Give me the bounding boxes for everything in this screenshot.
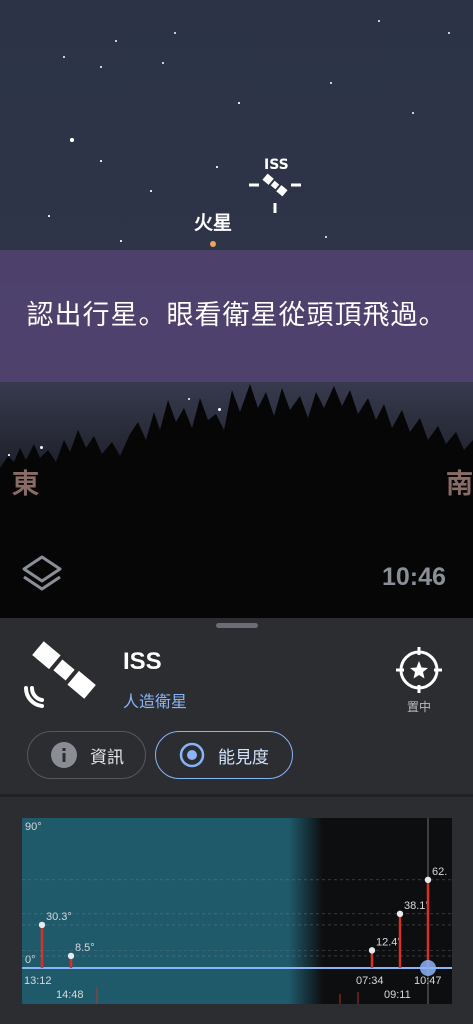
tab-info-label: 資訊 (90, 747, 124, 768)
peak-point (67, 952, 75, 960)
peak-point (38, 921, 46, 929)
object-detail-sheet: ISS 人造衛星 置中 資訊 能見度 90° 0° 30.3° 8.5° 12.… (0, 618, 473, 1024)
star (162, 62, 164, 64)
star (448, 32, 450, 34)
visibility-chart[interactable]: 90° 0° 30.3° 8.5° 12.4° 38.1° 62. 13:12 14:48 07:… (22, 818, 452, 1004)
center-button-label: 置中 (406, 700, 431, 714)
x-label: 07:34 (356, 975, 384, 987)
star (48, 215, 50, 217)
star (378, 20, 380, 22)
tab-visibility[interactable]: 能見度 (155, 731, 293, 779)
peak-point (396, 910, 404, 918)
x-label: 13:12 (24, 975, 52, 987)
mars-planet-dot[interactable] (210, 241, 216, 247)
section-divider (0, 794, 473, 797)
peak-point (368, 947, 376, 954)
peak-label: 38.1° (404, 900, 430, 912)
tab-visibility-label: 能見度 (218, 747, 269, 768)
star (174, 32, 176, 34)
satellite-icon (24, 641, 96, 708)
object-type-subtitle: 人造衛星 (123, 692, 188, 711)
peak-point (424, 876, 432, 884)
star (330, 82, 332, 84)
star (150, 190, 152, 192)
peak-label: 62. (432, 866, 447, 878)
center-button[interactable]: 置中 (392, 646, 446, 720)
compass-target-icon (396, 647, 442, 693)
current-position-marker (420, 960, 436, 976)
info-banner: 認出行星。眼看衛星從頭頂飛過。 (0, 250, 473, 382)
iss-satellite-marker[interactable] (247, 167, 303, 215)
peak-label: 8.5° (75, 942, 95, 954)
star (120, 240, 122, 242)
star (216, 166, 218, 168)
peak-label: 30.3° (46, 911, 72, 923)
star (115, 40, 117, 42)
sky-view[interactable]: ISS 火星 認出行星。眼看衛星從頭頂飛過。 東 南 10:46 (0, 0, 473, 618)
star (325, 236, 327, 238)
star (63, 56, 65, 58)
x-label: 14:48 (56, 989, 84, 1001)
star (238, 102, 240, 104)
mars-sky-label[interactable]: 火星 (194, 208, 232, 235)
compass-east-label: 東 (12, 469, 39, 500)
info-icon (51, 742, 77, 768)
radio-target-icon (179, 742, 205, 768)
peak-label: 12.4° (376, 936, 402, 948)
visibility-chart-svg: 90°0°30.3°8.5° 12.4°38.1°62.13:1214:4807:… (22, 818, 452, 1004)
sky-time-display[interactable]: 10:46 (382, 563, 446, 592)
star (100, 160, 102, 162)
banner-text: 認出行星。眼看衛星從頭頂飛過。 (26, 300, 447, 331)
object-title: ISS (123, 648, 162, 675)
star (100, 66, 102, 68)
compass-south-label: 南 (446, 469, 473, 500)
x-label: 10:47 (414, 975, 442, 987)
chart-background (22, 818, 452, 1004)
tab-info[interactable]: 資訊 (27, 731, 146, 779)
star (412, 112, 414, 114)
y-label-90: 90° (25, 821, 42, 833)
sheet-drag-handle[interactable] (216, 623, 258, 628)
star (70, 138, 74, 142)
x-label: 09:11 (384, 989, 411, 1001)
layers-icon[interactable] (20, 553, 64, 597)
